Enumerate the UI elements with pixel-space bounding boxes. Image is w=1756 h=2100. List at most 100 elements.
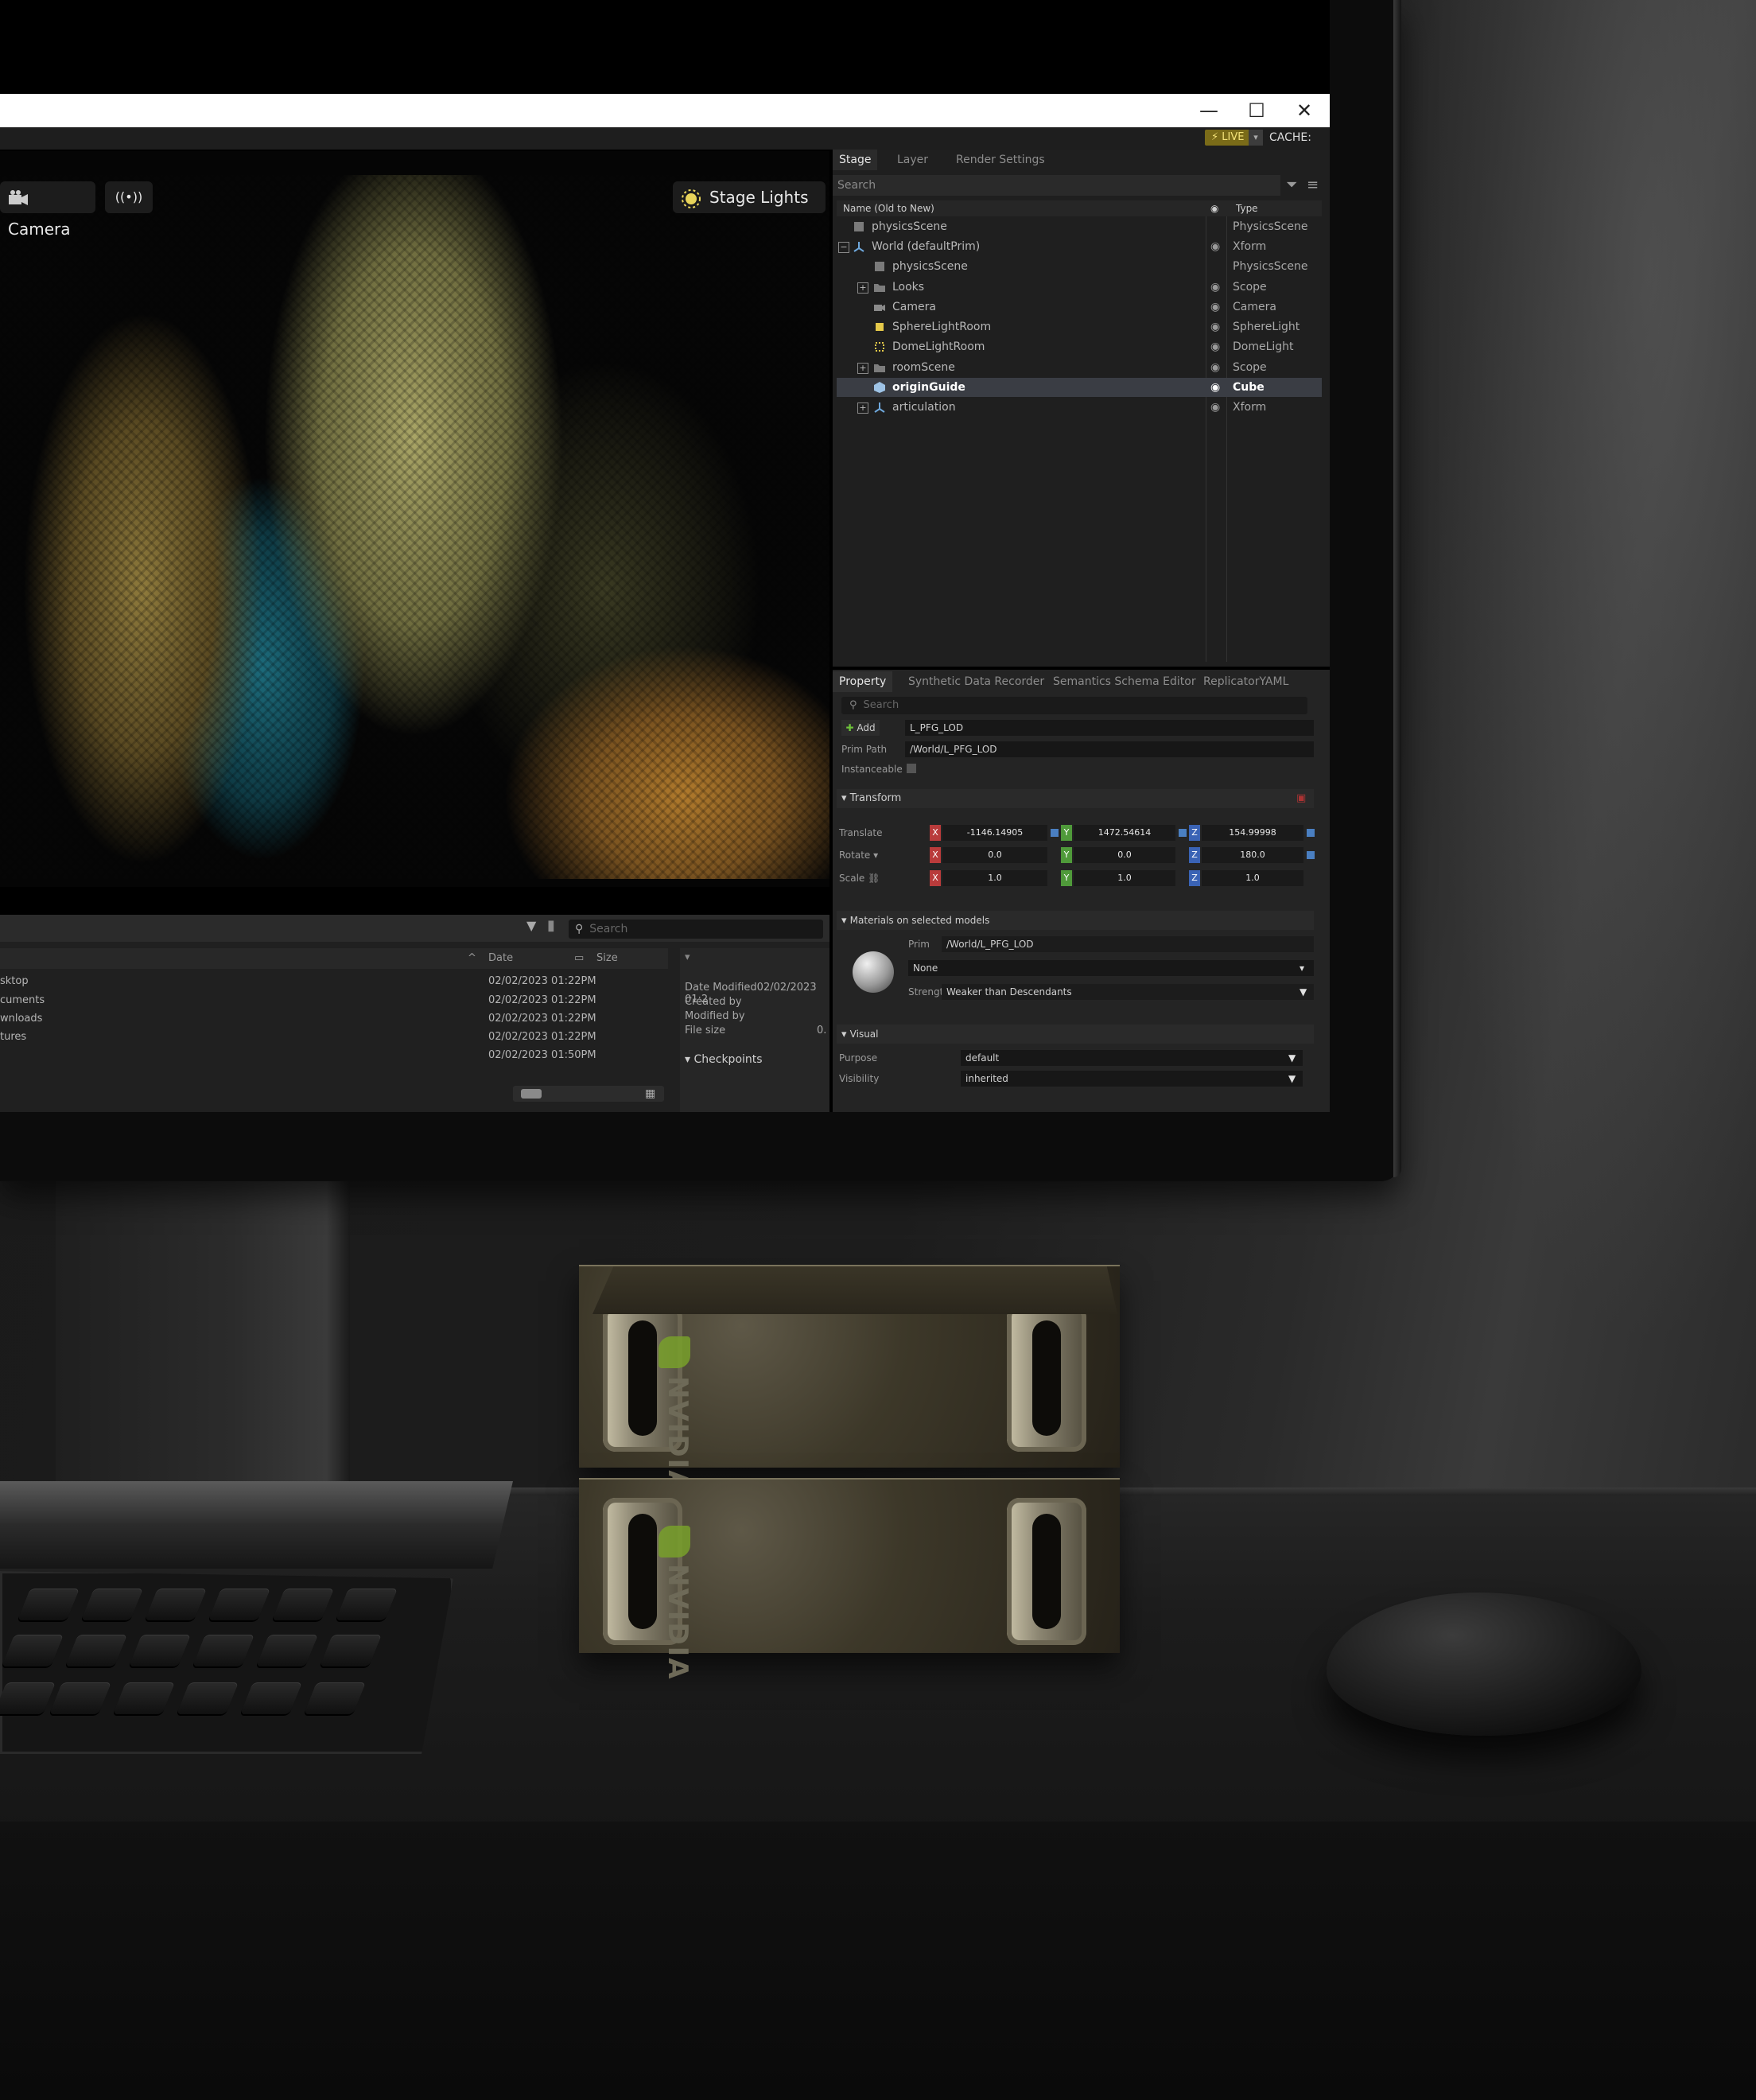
maximize-button[interactable]: ☐ — [1233, 94, 1280, 127]
menu-icon[interactable]: ≡ — [1307, 175, 1324, 196]
eye-icon[interactable]: ◉ — [1210, 317, 1220, 336]
stage-lights-button[interactable]: Stage Lights — [673, 181, 826, 213]
keyboard-key — [0, 1682, 56, 1714]
tab-stage[interactable]: Stage — [833, 150, 878, 170]
eye-icon[interactable]: ◉ — [1210, 358, 1220, 377]
purpose-select[interactable]: default ▼ — [961, 1050, 1303, 1066]
prim-name-field[interactable]: L_PFG_LOD — [905, 720, 1314, 736]
eye-icon[interactable]: ◉ — [1210, 237, 1220, 256]
keyframe-icon[interactable] — [1179, 829, 1187, 837]
instanceable-checkbox[interactable] — [907, 764, 916, 773]
tree-row-name: roomScene — [892, 361, 955, 374]
live-dropdown-chevron-icon[interactable]: ▾ — [1249, 130, 1263, 146]
detail-collapse-icon[interactable]: ▾ — [685, 951, 690, 963]
stage-tree-row[interactable]: physicsScene PhysicsScene — [837, 257, 1322, 276]
file-size-label: File size — [685, 1025, 726, 1036]
stage-tree-row[interactable]: Camera ◉ Camera — [837, 298, 1322, 317]
stage-tree-row[interactable]: SphereLightRoom ◉ SphereLight — [837, 317, 1322, 336]
sort-up-icon[interactable]: ^ — [468, 948, 476, 969]
add-button[interactable]: ✚ Add — [841, 720, 880, 736]
list-item[interactable]: wnloads 02/02/2023 01:22PM — [0, 1009, 668, 1029]
translate-z-field[interactable]: 154.99998 — [1202, 825, 1303, 841]
material-prim-field[interactable]: /World/L_PFG_LOD — [942, 936, 1314, 952]
filter-icon[interactable]: ⏷ — [1286, 175, 1303, 196]
expand-icon[interactable]: + — [857, 402, 868, 414]
eye-icon[interactable]: ◉ — [1210, 278, 1220, 297]
content-browser-scrollbar[interactable]: ▦ — [513, 1086, 664, 1102]
viewport[interactable] — [0, 151, 829, 887]
filter-icon[interactable]: ▼ — [526, 918, 536, 933]
live-label: LIVE — [1222, 131, 1245, 143]
keyframe-icon[interactable] — [1307, 829, 1315, 837]
xform-icon — [874, 402, 885, 413]
scale-y-field[interactable]: 1.0 — [1074, 870, 1175, 886]
list-item-date: 02/02/2023 01:22PM — [488, 1031, 596, 1043]
tab-semantics-schema-editor[interactable]: Semantics Schema Editor — [1047, 671, 1202, 692]
transform-reset-icon[interactable]: ▣ — [1296, 789, 1306, 808]
rotate-y-field[interactable]: 0.0 — [1074, 847, 1175, 863]
material-select[interactable]: None ▾ — [908, 960, 1314, 976]
camera-icon — [9, 189, 28, 205]
purpose-select-value: default — [965, 1052, 1000, 1064]
tab-replicator-yaml[interactable]: ReplicatorYAML — [1197, 671, 1295, 692]
stage-tree-row[interactable]: DomeLightRoom ◉ DomeLight — [837, 337, 1322, 356]
tab-render-settings[interactable]: Render Settings — [950, 150, 1051, 170]
bookmark-icon[interactable]: ▮ — [547, 917, 555, 934]
keyframe-icon[interactable] — [1307, 851, 1315, 859]
live-toggle[interactable]: ⚡ LIVE — [1205, 130, 1251, 146]
expand-icon[interactable]: + — [857, 282, 868, 294]
property-search-input[interactable]: ⚲ Search — [841, 697, 1307, 714]
translate-y-field[interactable]: 1472.54614 — [1074, 825, 1175, 841]
rotate-label-text: Rotate — [839, 850, 871, 861]
eye-icon[interactable]: ◉ — [1210, 398, 1220, 417]
camera-button[interactable]: Camera — [0, 181, 95, 239]
list-item[interactable]: tures 02/02/2023 01:22PM — [0, 1028, 668, 1047]
eye-icon[interactable]: ◉ — [1210, 298, 1220, 317]
scale-z-field[interactable]: 1.0 — [1202, 870, 1303, 886]
stage-tree-row-selected[interactable]: originGuide ◉ Cube — [837, 378, 1322, 397]
translate-x-field[interactable]: -1146.14905 — [942, 825, 1047, 841]
tab-layer[interactable]: Layer — [891, 150, 934, 170]
materials-section-header[interactable]: ▾ Materials on selected models — [837, 911, 1314, 930]
close-button[interactable]: ✕ — [1280, 94, 1328, 127]
visibility-select[interactable]: inherited ▼ — [961, 1071, 1303, 1087]
checkpoints-header[interactable]: ▾ Checkpoints — [685, 1053, 763, 1066]
eye-icon[interactable]: ◉ — [1210, 337, 1220, 356]
tree-row-type: SphereLight — [1233, 321, 1300, 333]
scale-x-field[interactable]: 1.0 — [942, 870, 1047, 886]
stage-tree-row[interactable]: + roomScene ◉ Scope — [837, 358, 1322, 377]
stage-tree-row[interactable]: + articulation ◉ Xform — [837, 398, 1322, 417]
list-item[interactable]: sktop 02/02/2023 01:22PM — [0, 972, 668, 991]
column-date[interactable]: Date — [488, 948, 513, 969]
column-type[interactable]: Type — [1236, 200, 1258, 216]
strength-select[interactable]: Weaker than Descendants ▼ — [942, 984, 1314, 1000]
collapse-icon[interactable]: − — [838, 242, 849, 253]
prim-path-field[interactable]: /World/L_PFG_LOD — [905, 741, 1314, 757]
list-item[interactable]: 02/02/2023 01:50PM — [0, 1046, 668, 1065]
broadcast-button[interactable]: ((•)) — [105, 181, 153, 213]
visibility-column-eye-icon: ◉ — [1210, 203, 1219, 214]
stage-tree-row[interactable]: physicsScene PhysicsScene — [837, 217, 1322, 236]
stage-tree-row[interactable]: − World (defaultPrim) ◉ Xform — [837, 237, 1322, 256]
content-search-input[interactable]: ⚲ Search — [569, 920, 823, 939]
camera-icon — [874, 305, 885, 311]
stage-search-input[interactable]: Search — [833, 175, 1280, 196]
list-item[interactable]: cuments 02/02/2023 01:22PM — [0, 991, 668, 1010]
visual-section-header[interactable]: ▾ Visual — [837, 1025, 1314, 1044]
tab-property[interactable]: Property — [833, 671, 893, 692]
column-name[interactable]: Name (Old to New) — [843, 200, 934, 216]
link-icon[interactable]: ⛓ — [868, 873, 880, 884]
keyframe-icon[interactable] — [1051, 829, 1059, 837]
rotate-x-field[interactable]: 0.0 — [942, 847, 1047, 863]
viewport-render-image[interactable] — [0, 175, 829, 879]
tab-synthetic-data-recorder[interactable]: Synthetic Data Recorder — [902, 671, 1051, 692]
transform-section-header[interactable]: ▾ Transform ▣ — [837, 789, 1314, 808]
rotate-z-field[interactable]: 180.0 — [1202, 847, 1303, 863]
scroll-thumb[interactable] — [521, 1089, 542, 1099]
stage-tree-row[interactable]: + Looks ◉ Scope — [837, 278, 1322, 297]
column-size[interactable]: Size — [596, 948, 618, 969]
grid-view-icon[interactable]: ▦ — [645, 1087, 655, 1100]
expand-icon[interactable]: + — [857, 363, 868, 374]
minimize-button[interactable]: — — [1185, 94, 1233, 127]
eye-icon[interactable]: ◉ — [1210, 378, 1220, 397]
